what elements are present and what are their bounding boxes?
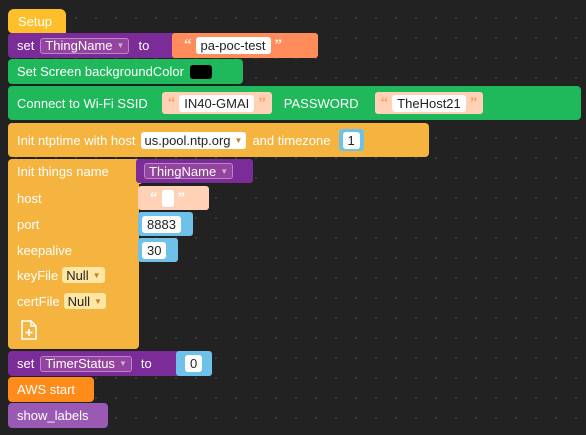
host-label: host (17, 190, 42, 206)
close-quote-icon: ” (274, 37, 283, 53)
aws-start-block[interactable]: AWS start (8, 377, 94, 402)
close-quote-icon: ” (177, 189, 186, 206)
to-label: to (140, 356, 152, 371)
keyfile-label: keyFile (17, 267, 59, 283)
screen-bg-block[interactable]: Set Screen backgroundColor (8, 59, 243, 84)
timerstatus-value-field[interactable]: 0 (185, 355, 203, 372)
timerstatus-var-dropdown[interactable]: TimerStatus ▼ (40, 355, 132, 372)
setup-block[interactable]: Setup (8, 9, 66, 33)
port-number-block[interactable]: 8883 (138, 212, 193, 236)
timerstatus-number-block[interactable]: 0 (176, 351, 212, 376)
plus-page-icon[interactable] (20, 320, 38, 340)
things-name-value: ThingName (149, 163, 217, 179)
to-label: to (138, 38, 150, 53)
things-block-top[interactable]: Init things name (8, 159, 141, 184)
chevron-down-icon: ▼ (234, 135, 243, 145)
close-quote-icon: ” (469, 94, 478, 111)
close-quote-icon: ” (258, 94, 266, 111)
chevron-down-icon: ▼ (220, 166, 229, 176)
wifi-label: Connect to Wi-Fi SSID (17, 95, 148, 111)
set-timerstatus-block[interactable]: set TimerStatus ▼ to (8, 351, 183, 376)
open-quote-icon: “ (380, 94, 389, 111)
timezone-label: and timezone (252, 132, 331, 148)
keyfile-dropdown[interactable]: Null ▼ (62, 267, 105, 283)
keepalive-number-block[interactable]: 30 (138, 238, 178, 262)
things-certfile-row: certFile Null ▼ (17, 291, 106, 311)
thingname-var-label: ThingName (45, 38, 113, 53)
things-keyfile-row: keyFile Null ▼ (17, 265, 105, 285)
setup-label: Setup (18, 13, 52, 29)
port-label: port (17, 216, 40, 232)
timezone-number-block[interactable]: 1 (338, 129, 364, 151)
open-quote-icon: “ (167, 94, 176, 111)
thingname-string-block[interactable]: “ pa-poc-test ” (172, 33, 318, 58)
things-port-row: port (17, 214, 39, 234)
ntp-block[interactable]: Init ntptime with host us.pool.ntp.org ▼ … (8, 123, 429, 157)
aws-start-label: AWS start (17, 382, 76, 397)
show-labels-label: show_labels (17, 408, 89, 423)
chevron-down-icon: ▼ (118, 359, 127, 368)
color-swatch[interactable] (189, 64, 212, 79)
screen-bg-label: Set Screen backgroundColor (17, 64, 184, 79)
set-label: set (17, 356, 35, 371)
ntp-host-value: us.pool.ntp.org (144, 132, 231, 148)
certfile-value: Null (67, 293, 91, 309)
password-string-block[interactable]: “ TheHost21 ” (374, 92, 484, 114)
certfile-label: certFile (17, 293, 60, 309)
keepalive-label: keepalive (17, 242, 72, 258)
ssid-value-field[interactable]: IN40-GMAI (179, 94, 255, 112)
password-label: PASSWORD (283, 95, 359, 111)
timerstatus-var-label: TimerStatus (45, 356, 115, 371)
password-value-field[interactable]: TheHost21 (392, 94, 466, 112)
certfile-dropdown[interactable]: Null ▼ (63, 293, 106, 309)
open-quote-icon: “ (150, 189, 158, 206)
host-value-field[interactable] (161, 189, 174, 207)
chevron-down-icon: ▼ (92, 270, 101, 280)
port-value-field[interactable]: 8883 (142, 215, 181, 233)
show-labels-block[interactable]: show_labels (8, 403, 108, 428)
set-thingname-block[interactable]: set ThingName ▼ to (8, 33, 190, 58)
ntp-host-dropdown[interactable]: us.pool.ntp.org ▼ (140, 131, 247, 149)
things-name-dropdown[interactable]: ThingName ▼ (144, 163, 234, 179)
set-label: set (17, 38, 35, 53)
keepalive-value-field[interactable]: 30 (142, 241, 167, 259)
things-keepalive-row: keepalive (17, 240, 72, 260)
chevron-down-icon: ▼ (94, 296, 102, 306)
things-host-row: host (17, 188, 42, 208)
wifi-block[interactable]: Connect to Wi-Fi SSID “ IN40-GMAI ” PASS… (8, 86, 581, 120)
host-string-block[interactable]: “ ” (138, 186, 209, 210)
things-name-block[interactable]: ThingName ▼ (136, 159, 253, 183)
thingname-value-field[interactable]: pa-poc-test (195, 37, 271, 54)
timezone-value-field[interactable]: 1 (342, 131, 360, 149)
open-quote-icon: “ (184, 37, 192, 53)
keyfile-value: Null (66, 267, 89, 283)
chevron-down-icon: ▼ (116, 41, 125, 50)
ssid-string-block[interactable]: “ IN40-GMAI ” (161, 92, 272, 114)
things-label: Init things name (17, 164, 109, 179)
thingname-var-dropdown[interactable]: ThingName ▼ (40, 37, 130, 54)
ntp-label: Init ntptime with host (17, 132, 136, 148)
